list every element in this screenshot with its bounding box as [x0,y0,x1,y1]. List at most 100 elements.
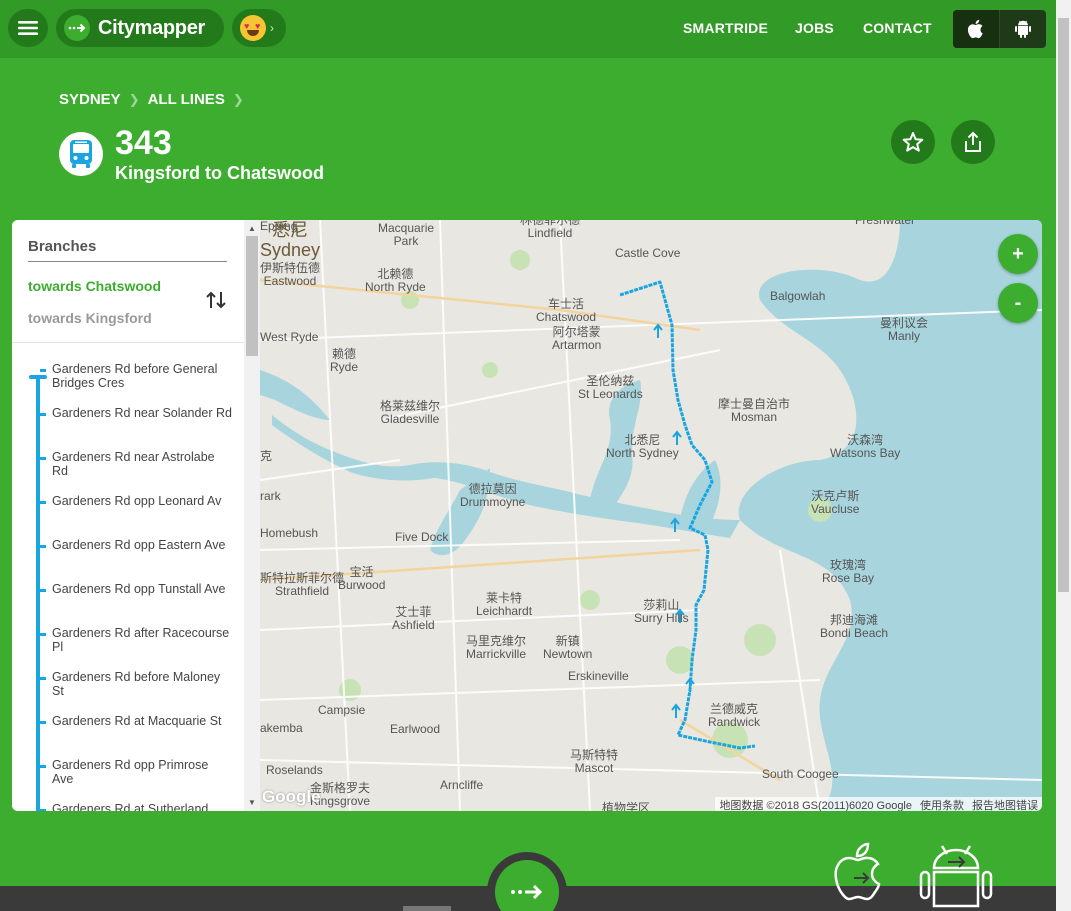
heart-eyes-emoji-icon: ♥ ♥ [240,15,266,41]
map-label-campsie: Campsie [318,703,366,717]
route-line [36,377,40,811]
map-label-drummoyne: 德拉莫因 Drummoyne [460,482,526,509]
map-label-newtown: 新镇 Newtown [543,634,593,661]
map-label-lakemba: akemba [260,721,303,735]
map-label-arncliffe: Arncliffe [440,778,484,792]
share-button[interactable] [951,120,995,164]
map-label-ryde: 赖德 Ryde [330,347,359,374]
breadcrumb: SYDNEY ❯ ALL LINES ❯ [59,91,244,108]
stop-marker [40,457,46,460]
map-label-homebush: Homebush [260,526,319,540]
map-label-rose-bay: 玫瑰湾 Rose Bay [822,558,875,585]
map-label-randwick: 兰德威克 Randwick [708,702,761,729]
top-bar: Citymapper ♥ ♥ › SMARTRIDE JOBS CONTACT [0,0,1056,58]
route-number: 343 [115,124,172,162]
map-label-burwood: 宝活 Burwood [338,565,386,592]
stop-item[interactable]: Gardeners Rd opp Leonard Av [52,494,232,508]
map-label-marrickville: 马里克维尔 Marrickville [466,634,527,661]
stop-marker [40,721,46,724]
stop-marker [40,501,46,504]
stop-marker [40,633,46,636]
stop-item[interactable]: Gardeners Rd before Maloney St [52,670,232,698]
scroll-down-icon[interactable]: ▼ [248,798,256,807]
map-label-st-leonards: 圣伦纳兹 St Leonards [578,374,643,401]
stop-marker [40,765,46,768]
stop-marker [40,589,46,592]
map-label-lindfield: 林德菲尔德 Lindfield [520,220,581,240]
stop-item[interactable]: Gardeners Rd before General Bridges Cres [52,362,232,390]
android-app-button[interactable] [999,10,1045,48]
map-label-gladesville: 格莱兹维尔 Gladesville [380,399,441,426]
scroll-up-icon[interactable]: ▲ [248,224,256,233]
map-label-freshwater: Freshwater [855,220,916,227]
divider [28,261,227,262]
chevron-right-icon: ❯ [232,91,244,107]
nav-smartride[interactable]: SMARTRIDE [683,20,768,36]
stop-marker [40,809,46,811]
bus-icon [59,132,103,176]
map-label-balgowlah: Balgowlah [770,289,826,303]
horizontal-scroll-thumb[interactable] [403,906,451,911]
emoji-button[interactable]: ♥ ♥ › [232,9,286,47]
branch-towards-chatswood[interactable]: towards Chatswood [28,278,161,294]
swap-direction-icon[interactable] [205,290,227,315]
stop-item[interactable]: Gardeners Rd near Solander Rd [52,406,232,420]
map-label-strathfield: 斯特拉斯菲尔德 Strathfield [260,571,345,598]
menu-button[interactable] [8,9,48,47]
hamburger-icon [18,21,38,35]
android-icon [1014,20,1031,38]
map-label-macquarie-park: Macquarie Park [378,221,435,248]
chevron-right-icon: › [270,21,274,35]
zoom-in-button[interactable]: + [998,234,1038,274]
stop-item[interactable]: Gardeners Rd opp Primrose Ave [52,758,232,786]
branches-heading: Branches [28,238,97,255]
stop-item[interactable]: Gardeners Rd near Astrolabe Rd [52,450,232,478]
map-label-mosman: 摩士曼自治市 Mosman [718,397,791,424]
map-label-west-ryde: West Ryde [260,330,319,344]
map-label-vaucluse: 沃克卢斯 Vaucluse [811,489,860,516]
sidebar-scroll-thumb[interactable] [246,236,258,356]
brand-logo[interactable]: Citymapper [56,9,224,47]
stop-item[interactable]: Gardeners Rd after Racecourse Pl [52,626,232,654]
map-label-watsons-bay: 沃森湾 Watsons Bay [830,433,901,460]
breadcrumb-sydney[interactable]: SYDNEY [59,91,121,108]
brand-name: Citymapper [98,16,206,39]
map-label-botany: 植物学区 [602,801,651,812]
stop-marker [40,369,46,372]
favorite-button[interactable] [891,120,935,164]
report-error-link[interactable]: 报告地图错误 [972,797,1038,811]
map-label-north-sydney: 北悉尼 North Sydney [606,433,679,460]
route-map[interactable]: Epping 林德菲尔德 Lindfield Freshwater Macquarie… [260,220,1042,811]
ios-app-button[interactable] [953,10,999,48]
map-label-surry-hills: 莎莉山 Surry Hills [634,598,689,625]
map-label-eastwood: 伊斯特伍德 Eastwood [260,261,321,288]
terms-link[interactable]: 使用条款 [920,797,964,811]
map-label-castle-cove: Castle Cove [615,246,681,260]
map-label-rark: rark [260,489,281,503]
page-scroll-thumb[interactable] [1058,18,1069,592]
map-attribution: 地图数据 ©2018 GS(2011)6020 Google 使用条款 报告地图… [715,797,1042,811]
stop-item[interactable]: Gardeners Rd at Sutherland [52,802,232,811]
map-label-manly: 曼利议会 Manly [880,316,929,343]
map-label-sydney: 悉尼 Sydney [260,220,321,260]
map-label-north-ryde: 北赖德 North Ryde [365,267,426,294]
stop-item[interactable]: Gardeners Rd at Macquarie St [52,714,232,728]
map-label-five-dock: Five Dock [395,530,449,544]
map-label-leichhardt: 莱卡特 Leichhardt [476,591,533,618]
google-logo: Google [262,787,321,806]
footer-logo[interactable] [487,852,567,911]
breadcrumb-all-lines[interactable]: ALL LINES [148,91,225,108]
stop-item[interactable]: Gardeners Rd opp Tunstall Ave [52,582,232,596]
citymapper-arrow-icon [64,15,90,41]
branch-towards-kingsford[interactable]: towards Kingsford [28,310,152,326]
android-outline-icon[interactable] [918,842,994,908]
map-label-ashfield: 艾士菲 Ashfield [392,605,435,632]
map-label-roselands: Roselands [266,763,323,777]
stop-item[interactable]: Gardeners Rd opp Eastern Ave [52,538,232,552]
nav-jobs[interactable]: JOBS [795,20,834,36]
zoom-out-button[interactable]: - [998,283,1038,323]
apple-outline-icon[interactable] [828,838,892,908]
map-label-bondi-beach: 邦迪海滩 Bondi Beach [820,613,889,640]
chevron-right-icon: ❯ [128,91,140,107]
nav-contact[interactable]: CONTACT [863,20,932,36]
